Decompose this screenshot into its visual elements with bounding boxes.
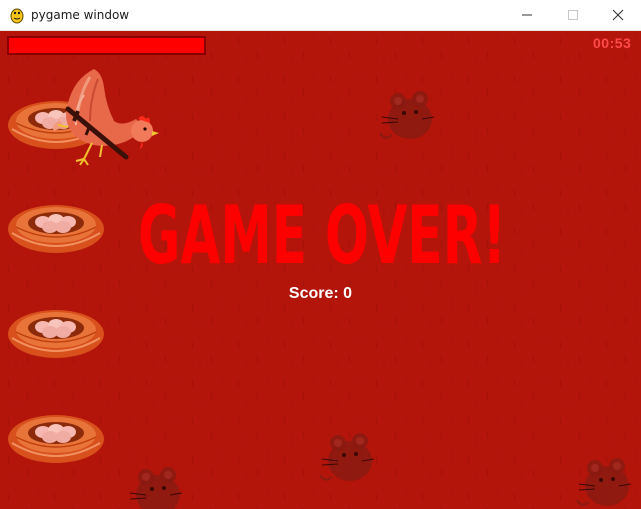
hen-with-rifle-player	[52, 69, 159, 166]
egg-nest	[8, 415, 104, 463]
game-over-banner: GAME OVER!	[138, 189, 506, 279]
countdown-timer: 00:53	[593, 35, 632, 51]
mouse-enemy	[379, 91, 435, 139]
minimize-button[interactable]	[504, 0, 550, 30]
game-window: pygame window 00:53 GAME OVER! Score: 0	[0, 0, 641, 509]
game-over-headline: GAME OVER!	[138, 189, 506, 279]
mouse-enemy	[576, 458, 632, 506]
title-bar[interactable]: pygame window	[0, 0, 641, 31]
window-title: pygame window	[31, 8, 130, 22]
minimize-icon	[522, 14, 532, 16]
score-value: 0	[343, 285, 353, 302]
game-canvas[interactable]: 00:53 GAME OVER! Score: 0	[0, 31, 641, 509]
close-icon	[612, 9, 624, 21]
egg-nest	[8, 310, 104, 358]
mouse-enemy	[319, 433, 375, 481]
mouse-enemy	[128, 467, 183, 509]
health-bar	[7, 36, 206, 55]
maximize-icon	[568, 10, 578, 20]
close-button[interactable]	[595, 0, 641, 30]
maximize-button[interactable]	[550, 0, 596, 30]
final-score: Score: 0	[0, 285, 641, 303]
health-bar-fill	[9, 38, 204, 53]
score-label: Score:	[288, 285, 339, 302]
pygame-snake-icon	[10, 8, 24, 24]
